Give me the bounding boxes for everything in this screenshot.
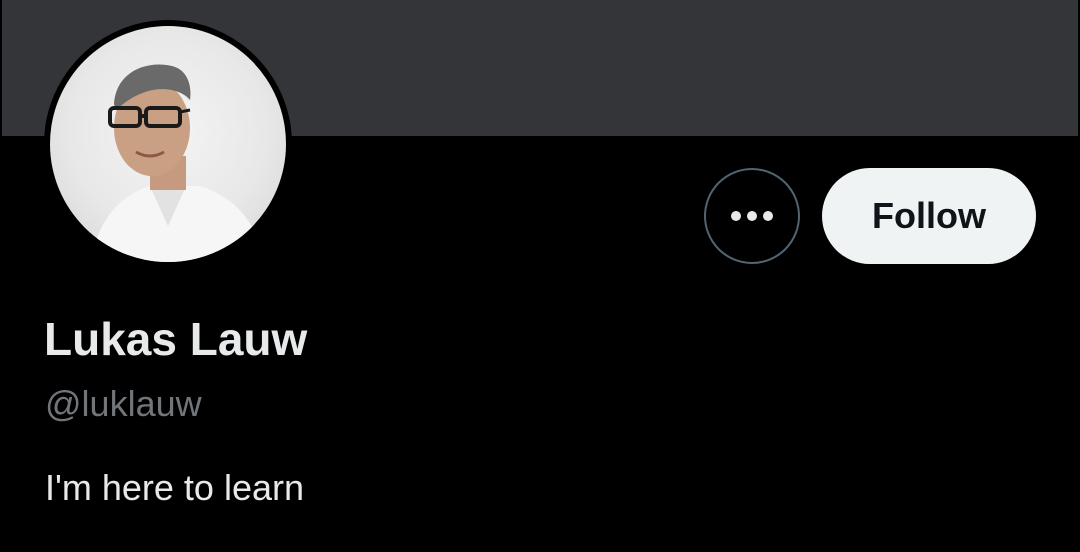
user-handle: @luklauw [45, 383, 202, 424]
more-horizontal-icon [731, 211, 773, 221]
profile-photo-icon [90, 64, 265, 262]
display-name: Lukas Lauw [44, 313, 308, 365]
profile-bio: I'm here to learn [45, 467, 304, 508]
more-options-button[interactable] [704, 168, 800, 264]
avatar[interactable] [50, 26, 286, 262]
follow-button[interactable]: Follow [822, 168, 1036, 264]
